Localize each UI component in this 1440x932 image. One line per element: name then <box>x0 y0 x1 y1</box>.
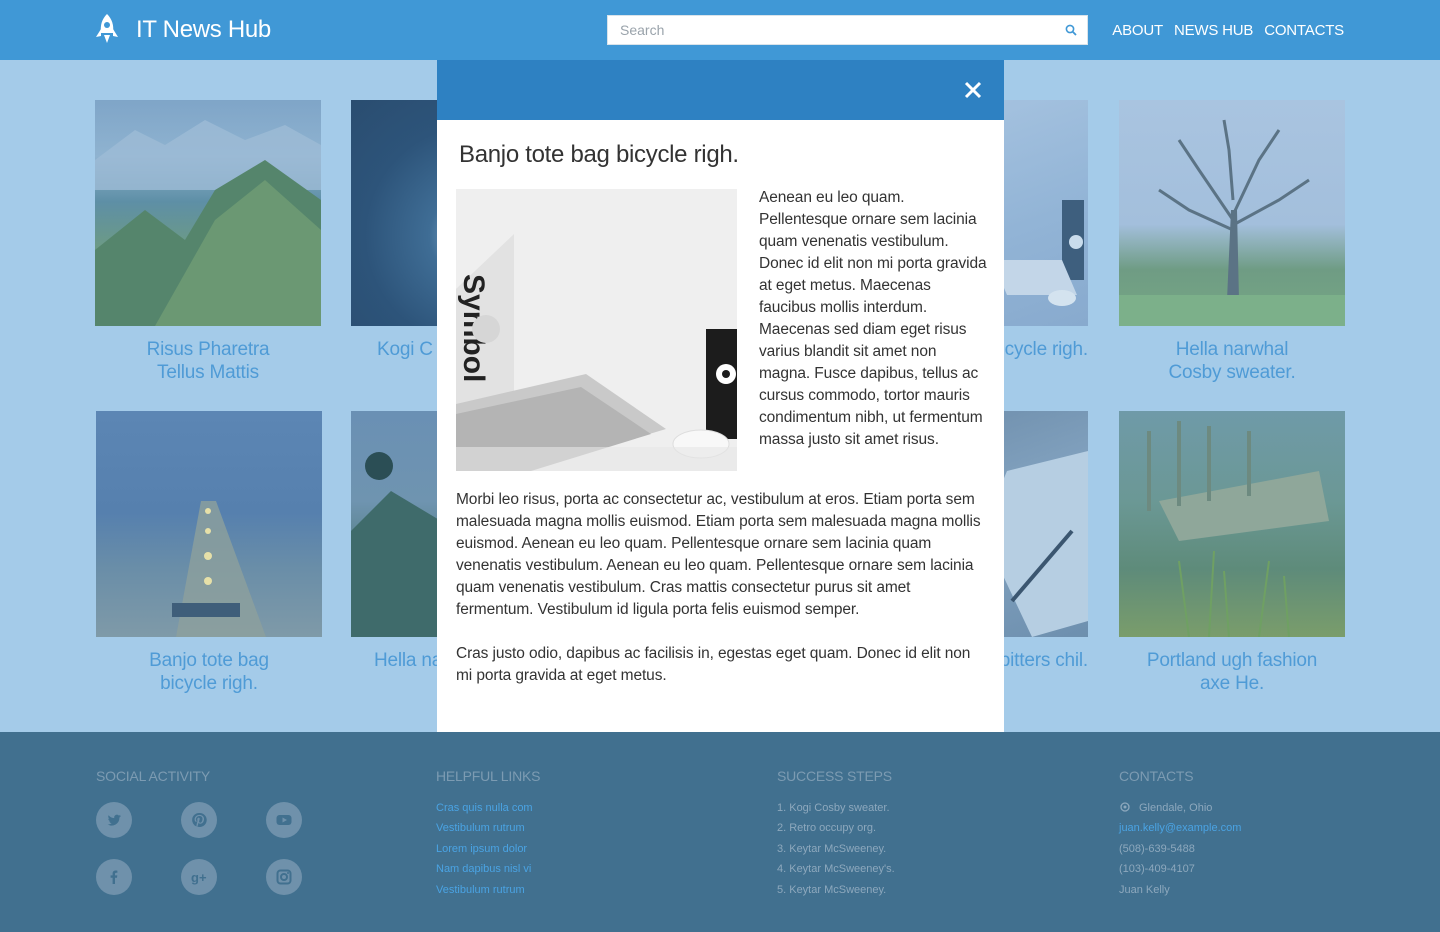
success-steps-section: SUCCESS STEPS 1. Kogi Cosby sweater. 2. … <box>777 768 895 900</box>
news-card[interactable]: Risus Pharetra Tellus Mattis <box>95 100 321 384</box>
tree-image <box>1119 119 1345 326</box>
card-caption[interactable]: Hella narwhal Cosby sweater. <box>1119 338 1345 384</box>
footer-link[interactable]: Vestibulum rutrum <box>436 818 540 838</box>
step-item: 5. Keytar McSweeney. <box>777 883 887 896</box>
section-heading: HELPFUL LINKS <box>436 768 541 784</box>
contact-name: Juan Kelly <box>1119 883 1170 896</box>
modal-header <box>437 60 1004 120</box>
card-thumbnail[interactable] <box>1119 100 1345 326</box>
article-intro: Aenean eu leo quam. Pellentesque ornare … <box>759 189 987 448</box>
footer-link[interactable]: Vestibulum rutrum <box>436 880 540 900</box>
top-navbar: IT News Hub ABOUT NEWS HUB CONTACTS <box>0 0 1440 60</box>
google-plus-icon[interactable]: g+ <box>181 859 217 895</box>
caption-line: Hella narwhal <box>1175 339 1289 360</box>
youtube-icon[interactable] <box>266 802 302 838</box>
section-heading: SUCCESS STEPS <box>777 768 892 784</box>
card-caption[interactable]: Portland ugh fashion axe He. <box>1119 649 1345 695</box>
search-input[interactable] <box>608 16 1048 44</box>
road-image <box>172 501 266 637</box>
news-card[interactable]: Portland ugh fashion axe He. <box>1119 411 1345 695</box>
article-image: Symbol <box>456 189 737 471</box>
social-icons: g+ <box>96 802 302 895</box>
caption-line: Banjo tote bag <box>149 650 269 671</box>
caption-line: Portland ugh fashion <box>1146 650 1318 671</box>
close-icon[interactable] <box>963 80 983 100</box>
step-item: 2. Retro occupy org. <box>777 822 877 835</box>
modal-title: Banjo tote bag bicycle righ. <box>459 141 739 168</box>
step-item: 3. Keytar McSweeney. <box>777 842 887 855</box>
location-text: Glendale, Ohio <box>1139 802 1213 814</box>
instagram-icon[interactable] <box>266 859 302 895</box>
pinterest-icon[interactable] <box>181 802 217 838</box>
contact-phone: (508)-639-5488 <box>1119 842 1195 855</box>
contact-phone: (103)-409-4107 <box>1119 863 1195 876</box>
facebook-icon[interactable] <box>96 859 132 895</box>
article-paragraph: Cras justo odio, dapibus ac facilisis in… <box>456 645 971 684</box>
caption-line: Risus Pharetra <box>146 339 270 360</box>
news-card[interactable]: Banjo tote bag bicycle righ. <box>96 411 322 695</box>
step-item: 1. Kogi Cosby sweater. <box>777 802 890 814</box>
nav-about[interactable]: ABOUT <box>1112 22 1163 39</box>
section-heading: CONTACTS <box>1119 768 1194 784</box>
step-item: 4. Keytar McSweeney's. <box>777 863 895 876</box>
card-caption[interactable]: Risus Pharetra Tellus Mattis <box>95 338 321 384</box>
footer-link[interactable]: Cras quis nulla com <box>436 798 540 818</box>
mountain-image <box>95 120 321 326</box>
search-box <box>607 15 1088 45</box>
social-activity-section: SOCIAL ACTIVITY g+ <box>96 768 302 895</box>
nav-contacts[interactable]: CONTACTS <box>1264 22 1344 39</box>
brand-name: IT News Hub <box>136 16 271 43</box>
news-card[interactable]: Hella narwhal Cosby sweater. <box>1119 100 1345 384</box>
svg-text:g+: g+ <box>191 870 207 885</box>
laptop-desk-image: Symbol <box>456 189 737 471</box>
twitter-icon[interactable] <box>96 802 132 838</box>
nav-news-hub[interactable]: NEWS HUB <box>1174 22 1253 39</box>
card-thumbnail[interactable] <box>95 100 321 326</box>
helpful-links-section: HELPFUL LINKS Cras quis nulla com Vestib… <box>436 768 540 900</box>
card-caption[interactable]: Banjo tote bag bicycle righ. <box>96 649 322 695</box>
section-heading: SOCIAL ACTIVITY <box>96 768 210 784</box>
contacts-section: CONTACTS Glendale, Ohio juan.kelly@examp… <box>1119 768 1241 900</box>
rocket-icon <box>96 14 118 43</box>
footer: SOCIAL ACTIVITY g+ HELPFUL LINKS Cras qu… <box>0 732 1440 932</box>
main-nav: ABOUT NEWS HUB CONTACTS <box>1112 22 1344 39</box>
footer-link[interactable]: Lorem ipsum dolor <box>436 839 540 859</box>
caption-line: axe He. <box>1199 673 1265 694</box>
article-paragraph: Morbi leo risus, porta ac consectetur ac… <box>456 491 981 618</box>
contact-location: Glendale, Ohio <box>1119 798 1241 818</box>
card-thumbnail[interactable] <box>96 411 322 637</box>
caption-line: bicycle righ. <box>160 673 258 694</box>
location-pin-icon <box>1120 802 1130 812</box>
search-icon[interactable] <box>1065 24 1077 36</box>
caption-line: Tellus Mattis <box>157 362 259 383</box>
card-thumbnail[interactable] <box>1119 411 1345 637</box>
brand-logo[interactable]: IT News Hub <box>94 13 271 47</box>
footer-link[interactable]: Nam dapibus nisl vi <box>436 859 540 879</box>
caption-line: Cosby sweater. <box>1168 362 1296 383</box>
contact-email[interactable]: juan.kelly@example.com <box>1119 818 1241 838</box>
article-modal: Banjo tote bag bicycle righ. Symbol Aene… <box>437 60 1004 732</box>
pier-image <box>1147 421 1329 637</box>
